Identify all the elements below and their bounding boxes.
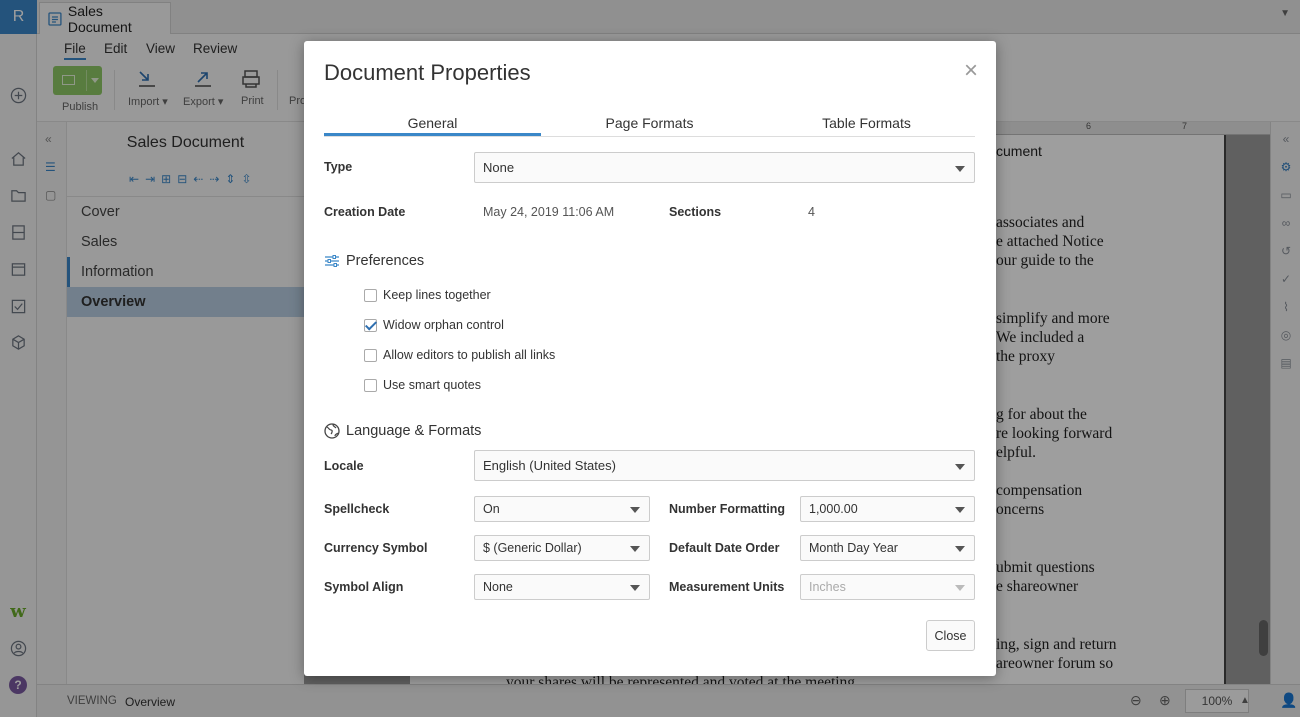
- symbol-align-label: Symbol Align: [324, 580, 404, 594]
- keep-lines-together-checkbox[interactable]: [364, 288, 377, 302]
- preferences-heading: Preferences: [324, 253, 424, 269]
- close-button[interactable]: Close: [926, 620, 975, 651]
- chevron-down-icon: [955, 507, 965, 513]
- measurement-units-select: Inches: [800, 574, 975, 600]
- preferences-heading-text: Preferences: [346, 253, 425, 269]
- widow-orphan-control-label: Widow orphan control: [383, 318, 504, 332]
- measurement-units-value: Inches: [809, 580, 846, 594]
- smart-quotes-option[interactable]: Use smart quotes: [364, 378, 481, 392]
- number-formatting-value: 1,000.00: [809, 502, 858, 516]
- type-value: None: [483, 160, 515, 175]
- allow-editors-publish-checkbox[interactable]: [364, 348, 377, 362]
- globe-icon: [324, 423, 340, 439]
- number-formatting-select[interactable]: 1,000.00: [800, 496, 975, 522]
- keep-lines-together-label: Keep lines together: [383, 288, 491, 302]
- spellcheck-value: On: [483, 502, 500, 516]
- measurement-units-label: Measurement Units: [669, 580, 785, 594]
- symbol-align-select[interactable]: None: [474, 574, 650, 600]
- widow-orphan-control-checkbox[interactable]: [364, 318, 377, 332]
- default-date-order-value: Month Day Year: [809, 541, 898, 555]
- chevron-down-icon: [955, 463, 965, 470]
- chevron-down-icon: [630, 585, 640, 591]
- currency-symbol-select[interactable]: $ (Generic Dollar): [474, 535, 650, 561]
- default-date-order-select[interactable]: Month Day Year: [800, 535, 975, 561]
- chevron-down-icon: [630, 507, 640, 513]
- language-formats-heading: Language & Formats: [324, 423, 481, 439]
- chevron-down-icon: [630, 546, 640, 552]
- symbol-align-value: None: [483, 580, 513, 594]
- number-formatting-label: Number Formatting: [669, 502, 785, 516]
- language-formats-heading-text: Language & Formats: [346, 423, 482, 439]
- smart-quotes-checkbox[interactable]: [364, 378, 377, 392]
- locale-value: English (United States): [483, 458, 616, 473]
- sections-label: Sections: [669, 205, 722, 219]
- chevron-down-icon: [955, 546, 965, 552]
- default-date-order-label: Default Date Order: [669, 541, 780, 555]
- keep-lines-together-option[interactable]: Keep lines together: [364, 288, 491, 302]
- type-select[interactable]: None: [474, 152, 975, 183]
- close-icon[interactable]: ×: [964, 59, 978, 83]
- allow-editors-publish-label: Allow editors to publish all links: [383, 348, 556, 362]
- creation-date-value: May 24, 2019 11:06 AM: [483, 205, 615, 219]
- chevron-down-icon: [955, 165, 965, 172]
- locale-select[interactable]: English (United States): [474, 450, 975, 481]
- type-label: Type: [324, 160, 353, 174]
- sliders-icon: [325, 255, 339, 267]
- dialog-tabs: General Page Formats Table Formats: [324, 111, 975, 137]
- tab-page-formats[interactable]: Page Formats: [541, 115, 758, 131]
- sections-value: 4: [808, 205, 815, 219]
- smart-quotes-label: Use smart quotes: [383, 378, 481, 392]
- chevron-down-icon: [955, 585, 965, 591]
- allow-editors-publish-option[interactable]: Allow editors to publish all links: [364, 348, 555, 362]
- currency-symbol-value: $ (Generic Dollar): [483, 541, 582, 555]
- tab-general[interactable]: General: [324, 115, 541, 136]
- widow-orphan-control-option[interactable]: Widow orphan control: [364, 318, 504, 332]
- currency-symbol-label: Currency Symbol: [324, 541, 428, 555]
- spellcheck-label: Spellcheck: [324, 502, 390, 516]
- app-root: R w ? Sales Document ▼ File Edit View Re…: [0, 0, 1300, 717]
- spellcheck-select[interactable]: On: [474, 496, 650, 522]
- dialog-title: Document Properties: [324, 60, 531, 85]
- creation-date-label: Creation Date: [324, 205, 406, 219]
- document-properties-dialog: Document Properties × General Page Forma…: [304, 41, 996, 676]
- tab-table-formats[interactable]: Table Formats: [758, 115, 975, 131]
- locale-label: Locale: [324, 459, 364, 473]
